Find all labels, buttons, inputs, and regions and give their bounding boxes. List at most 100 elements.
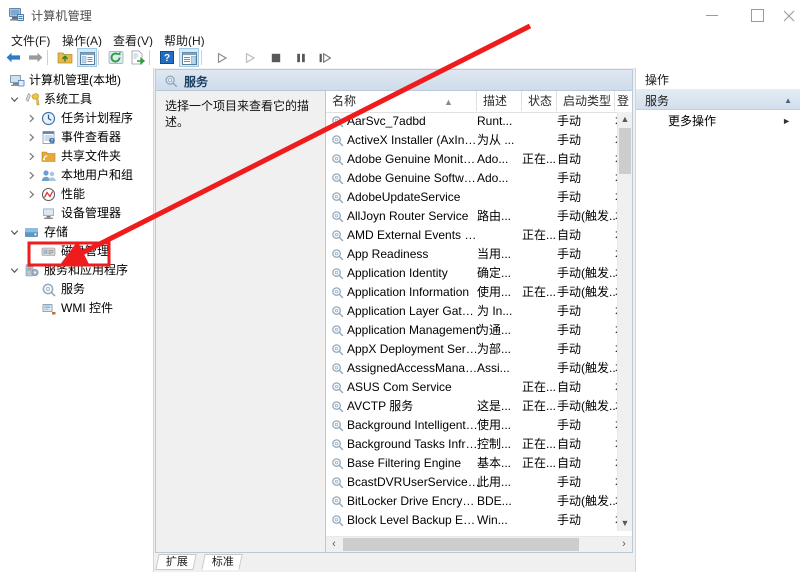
chevron-right-icon[interactable]	[27, 171, 36, 180]
cell-name: Application Layer Gatewa...	[347, 304, 480, 318]
services-list[interactable]: 名称 ▲ 描述 状态 启动类型 登 AarSvc_7adbdRunt...手动本…	[325, 91, 633, 553]
help-button[interactable]: ?	[157, 48, 177, 67]
cell-name: Background Intelligent T...	[347, 418, 480, 432]
minimize-button[interactable]	[690, 0, 735, 30]
chevron-right-icon[interactable]	[27, 152, 36, 161]
export-list-button[interactable]	[128, 48, 148, 67]
tab-label: 扩展	[165, 556, 188, 568]
maximize-button[interactable]	[735, 0, 780, 30]
column-header-status[interactable]: 状态	[522, 91, 557, 111]
cell-startup-type: 手动(触发...	[557, 361, 615, 375]
show-action-pane-button[interactable]	[179, 48, 199, 67]
refresh-button[interactable]	[106, 48, 126, 67]
services-rows-container[interactable]: AarSvc_7adbdRunt...手动本ActiveX Installer …	[326, 112, 617, 531]
vertical-scroll-thumb[interactable]	[619, 128, 631, 174]
scroll-left-button[interactable]: ‹	[326, 537, 342, 552]
table-row[interactable]: ASUS Com Service正在...自动本	[326, 378, 617, 397]
tab-extended[interactable]: 扩展	[155, 554, 197, 570]
table-row[interactable]: Adobe Genuine Software...Ado...手动本	[326, 169, 617, 188]
table-row[interactable]: Background Intelligent T...使用...手动本	[326, 416, 617, 435]
table-row[interactable]: AllJoyn Router Service路由...手动(触发...本	[326, 207, 617, 226]
table-row[interactable]: BluetoothUserService_7a...蓝牙...手动(触发...本	[326, 530, 617, 531]
scroll-down-button[interactable]: ▼	[618, 516, 632, 531]
chevron-right-icon[interactable]	[27, 133, 36, 142]
service-gear-icon	[332, 363, 344, 375]
show-hide-tree-button[interactable]	[77, 48, 97, 67]
table-row[interactable]: BitLocker Drive Encryptio... BDE... 手动(触发.…	[326, 492, 617, 511]
restart-service-button[interactable]	[315, 48, 335, 67]
table-row[interactable]: Application Layer Gatewa...为 In...手动本	[326, 302, 617, 321]
service-gear-icon	[332, 287, 344, 299]
stop-service-button[interactable]	[266, 48, 286, 67]
chevron-right-icon[interactable]	[27, 190, 36, 199]
collapse-section-icon[interactable]: ▲	[784, 96, 792, 105]
chevron-down-icon[interactable]	[10, 228, 19, 237]
service-gear-icon	[332, 230, 344, 242]
column-header-startup-type[interactable]: 启动类型	[557, 91, 615, 111]
pause-service-button[interactable]	[291, 48, 311, 67]
services-apps-icon	[25, 264, 39, 277]
table-row[interactable]: Application Management为通...手动本	[326, 321, 617, 340]
action-more-actions[interactable]: 更多操作 ►	[636, 111, 800, 131]
table-row[interactable]: BcastDVRUserService_7a...此用...手动本	[326, 473, 617, 492]
cell-startup-type: 手动	[557, 133, 582, 147]
column-header-log-on-as[interactable]: 登	[615, 91, 632, 111]
table-row[interactable]: AppX Deployment Servic...为部...手动本	[326, 340, 617, 359]
horizontal-scroll-thumb[interactable]	[343, 538, 579, 551]
up-one-level-button[interactable]	[55, 48, 75, 67]
table-row[interactable]: Block Level Backup Engi...Win...手动本	[326, 511, 617, 530]
tab-standard[interactable]: 标准	[201, 554, 243, 570]
start-service-button[interactable]	[212, 48, 232, 67]
chevron-right-icon[interactable]	[27, 114, 36, 123]
table-row[interactable]: Application Information 使用... 正在... 手动(触发..…	[326, 283, 617, 302]
table-row[interactable]: Application Identity确定...手动(触发...本	[326, 264, 617, 283]
list-horizontal-scrollbar[interactable]: ‹ ›	[326, 536, 632, 552]
toolbar-separator	[201, 50, 202, 65]
shared-folders-icon	[41, 151, 56, 162]
service-gear-icon	[332, 477, 344, 489]
scroll-up-button[interactable]: ▲	[618, 112, 632, 127]
tree-node-label: 磁盘管理	[61, 244, 110, 258]
table-row[interactable]: AVCTP 服务这是...正在...手动(触发...本	[326, 397, 617, 416]
action-label: 更多操作	[668, 114, 717, 128]
forward-button[interactable]	[26, 48, 46, 67]
console-tree-icon	[80, 52, 95, 65]
sort-ascending-icon: ▲	[444, 97, 453, 107]
service-gear-icon	[332, 325, 344, 337]
play-icon	[217, 53, 227, 63]
list-vertical-scrollbar[interactable]: ▲ ▼	[617, 112, 632, 531]
chevron-down-icon[interactable]	[10, 95, 19, 104]
table-row[interactable]: AdobeUpdateService手动本	[326, 188, 617, 207]
cell-description: 确定...	[477, 266, 512, 280]
resume-service-button[interactable]	[240, 48, 260, 67]
column-header-description[interactable]: 描述	[477, 91, 522, 111]
tree-node-label: 性能	[61, 187, 86, 201]
tab-label: 标准	[211, 556, 234, 568]
cell-description: Win...	[477, 513, 508, 527]
cell-name: ASUS Com Service	[347, 380, 452, 394]
column-header-name[interactable]: 名称 ▲	[326, 91, 477, 111]
close-button[interactable]	[780, 0, 800, 30]
table-row[interactable]: AarSvc_7adbdRunt...手动本	[326, 112, 617, 131]
table-row[interactable]: App Readiness当用...手动本	[326, 245, 617, 264]
computer-icon	[10, 75, 25, 87]
table-row[interactable]: ActiveX Installer (AxInstSV)为从 ...手动本	[326, 131, 617, 150]
table-row[interactable]: AssignedAccessManager...Assi...手动(触发...本	[326, 359, 617, 378]
back-button[interactable]	[4, 48, 24, 67]
tree-node-label: 事件查看器	[61, 130, 122, 144]
service-gear-icon	[332, 154, 344, 166]
cell-startup-type: 自动	[557, 456, 582, 470]
chevron-down-icon[interactable]	[10, 266, 19, 275]
stop-icon	[271, 53, 281, 63]
service-gear-icon	[332, 135, 344, 147]
actions-section-services[interactable]: 服务 ▲	[636, 89, 800, 110]
table-row[interactable]: Background Tasks Infras...控制...正在...自动本	[326, 435, 617, 454]
cell-name: Adobe Genuine Software...	[347, 171, 480, 185]
table-row[interactable]: AMD External Events Utility正在...自动本	[326, 226, 617, 245]
table-row[interactable]: Base Filtering Engine基本...正在...自动本	[326, 454, 617, 473]
tree-node-label: 服务和应用程序	[44, 263, 129, 277]
console-tree-pane[interactable]: 计算机管理(本地) 系统工具 任务计划程序 事件查看器 共享文件夹 本地用户和组…	[0, 68, 154, 572]
table-row[interactable]: Adobe Genuine Monitor ...Ado...正在...自动本	[326, 150, 617, 169]
view-tabs: 扩展 标准	[155, 554, 633, 571]
scroll-right-button[interactable]: ›	[616, 537, 632, 552]
